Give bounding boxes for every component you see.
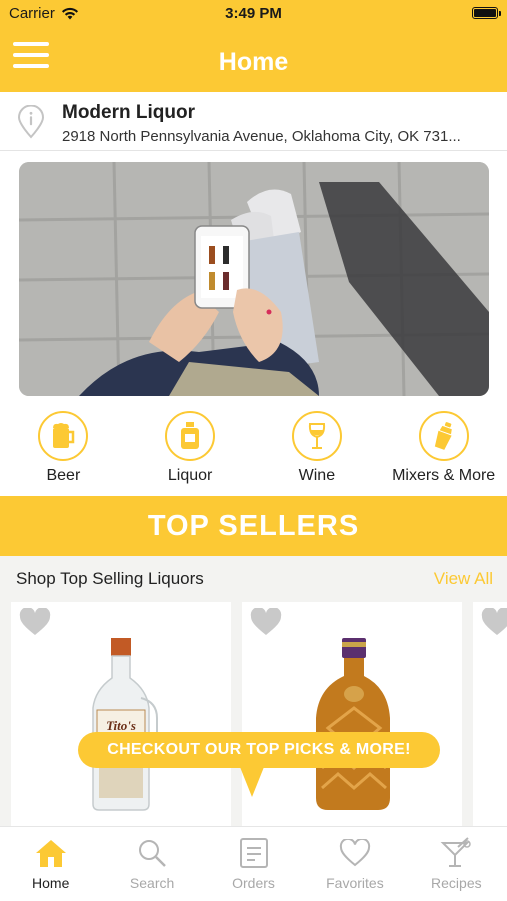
store-selector[interactable]: Modern Liquor 2918 North Pennsylvania Av…: [0, 92, 507, 151]
battery-icon: [472, 7, 501, 19]
store-address: 2918 North Pennsylvania Avenue, Oklahoma…: [62, 128, 461, 145]
favorite-heart-icon[interactable]: [19, 608, 51, 636]
category-beer[interactable]: Beer: [0, 408, 127, 496]
view-all-link[interactable]: View All: [434, 569, 493, 589]
tab-label: Home: [32, 875, 70, 891]
titos-vodka-bottle: Tito's: [92, 638, 158, 811]
tab-bar: Home Search Orders Favorites Recipes: [0, 826, 507, 901]
top-sellers-heading: TOP SELLERS: [147, 510, 360, 542]
status-bar: Carrier 3:49 PM: [0, 0, 507, 28]
category-label: Beer: [46, 467, 81, 484]
category-liquor[interactable]: Liquor: [127, 408, 254, 496]
liquor-bottle-icon: [181, 422, 200, 449]
favorite-heart-icon[interactable]: [481, 608, 507, 636]
wine-glass-icon: [308, 423, 325, 449]
nav-bar: Home: [0, 28, 507, 92]
crown-royal-bottle: [316, 638, 390, 810]
store-name: Modern Liquor: [62, 102, 195, 123]
tab-orders[interactable]: Orders: [203, 827, 304, 901]
search-icon: [139, 840, 166, 867]
tab-recipes[interactable]: Recipes: [406, 827, 507, 901]
category-label: Liquor: [167, 467, 213, 484]
mixers-circle: [418, 411, 469, 461]
product-card[interactable]: [473, 602, 507, 826]
heart-icon: [339, 839, 371, 867]
tab-label: Orders: [232, 875, 275, 891]
person-holding-phone-illustration: [19, 162, 489, 396]
category-wine[interactable]: Wine: [254, 408, 381, 496]
tab-home[interactable]: Home: [0, 827, 101, 901]
home-icon: [35, 840, 66, 867]
category-label: Mixers & More: [392, 467, 496, 484]
tab-label: Favorites: [326, 875, 384, 891]
tab-search[interactable]: Search: [101, 827, 202, 901]
titos-label-text: Tito's: [106, 718, 136, 733]
section-title: Shop Top Selling Liquors: [16, 569, 204, 588]
top-sellers-banner: TOP SELLERS: [0, 496, 507, 556]
clock: 3:49 PM: [225, 5, 282, 22]
orders-icon: [239, 838, 268, 868]
liquor-circle: [165, 411, 216, 461]
tab-favorites[interactable]: Favorites: [304, 827, 405, 901]
location-info-icon: [17, 105, 45, 139]
promo-bubble[interactable]: CHECKOUT OUR TOP PICKS & MORE!: [78, 732, 440, 768]
product-card[interactable]: Tito's: [11, 602, 231, 826]
cocktail-glass-icon: [440, 837, 472, 867]
beer-mug-icon: [53, 423, 75, 448]
page-title: Home: [218, 48, 289, 76]
beer-circle: [38, 411, 89, 461]
tab-label: Recipes: [431, 875, 482, 891]
category-row: Beer Liquor Wine Mixers & More: [0, 408, 507, 496]
wine-circle: [291, 411, 342, 461]
cocktail-shaker-icon: [434, 422, 452, 450]
promo-bubble-tail: [240, 767, 264, 797]
category-label: Wine: [298, 467, 336, 484]
product-card[interactable]: [242, 602, 462, 826]
tab-label: Search: [129, 875, 175, 891]
category-mixers[interactable]: Mixers & More: [380, 408, 507, 496]
favorite-heart-icon[interactable]: [250, 608, 282, 636]
hero-banner-image[interactable]: [19, 162, 489, 396]
